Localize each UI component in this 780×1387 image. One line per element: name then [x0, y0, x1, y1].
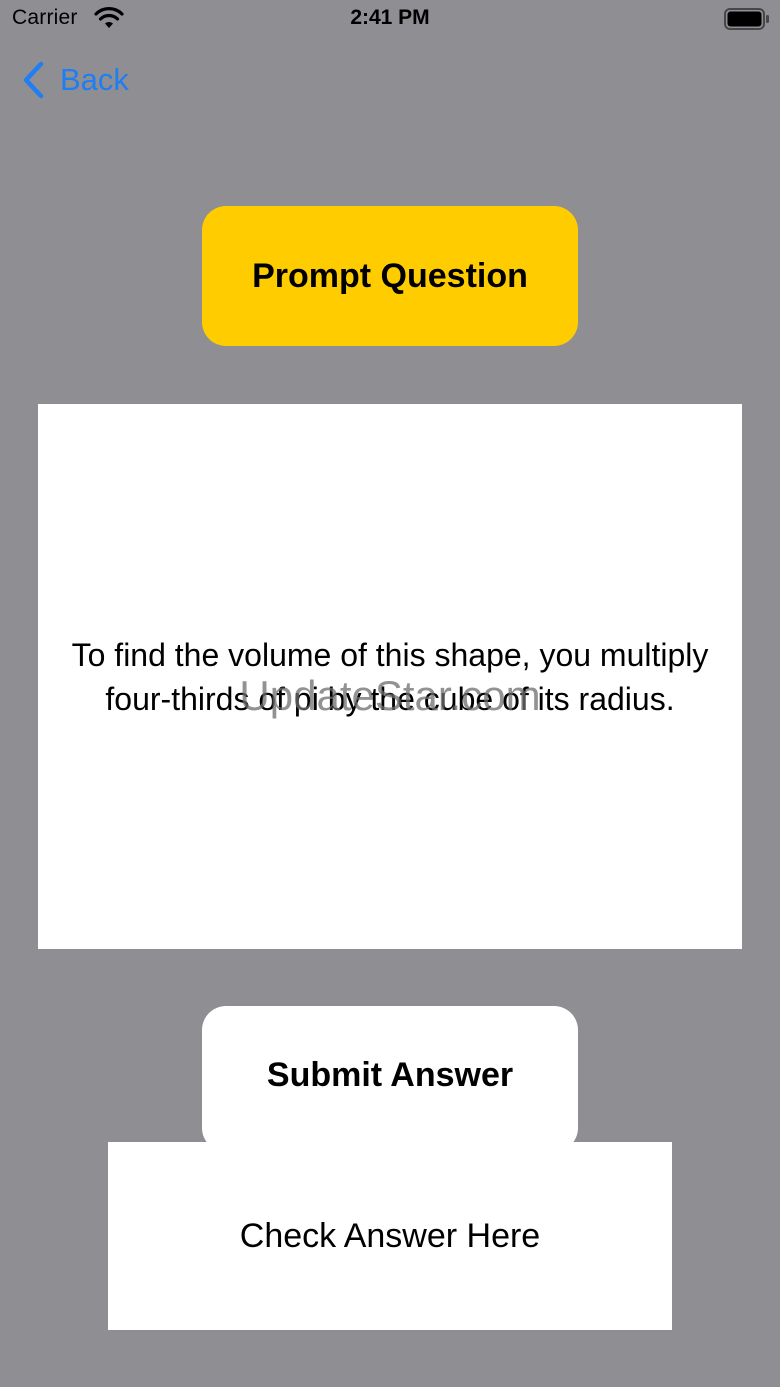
back-button[interactable]: Back: [20, 56, 129, 104]
submit-answer-button[interactable]: Submit Answer: [202, 1006, 578, 1152]
clock: 2:41 PM: [350, 6, 430, 29]
answer-input[interactable]: [108, 1142, 672, 1330]
question-panel: To find the volume of this shape, you mu…: [38, 404, 742, 949]
battery-full-icon: [724, 8, 769, 30]
status-bar: Carrier 2:41 PM: [0, 0, 780, 40]
question-text: To find the volume of this shape, you mu…: [71, 636, 709, 717]
back-label: Back: [60, 62, 129, 97]
chevron-left-icon: [23, 61, 44, 99]
prompt-question-button[interactable]: Prompt Question: [202, 206, 578, 346]
